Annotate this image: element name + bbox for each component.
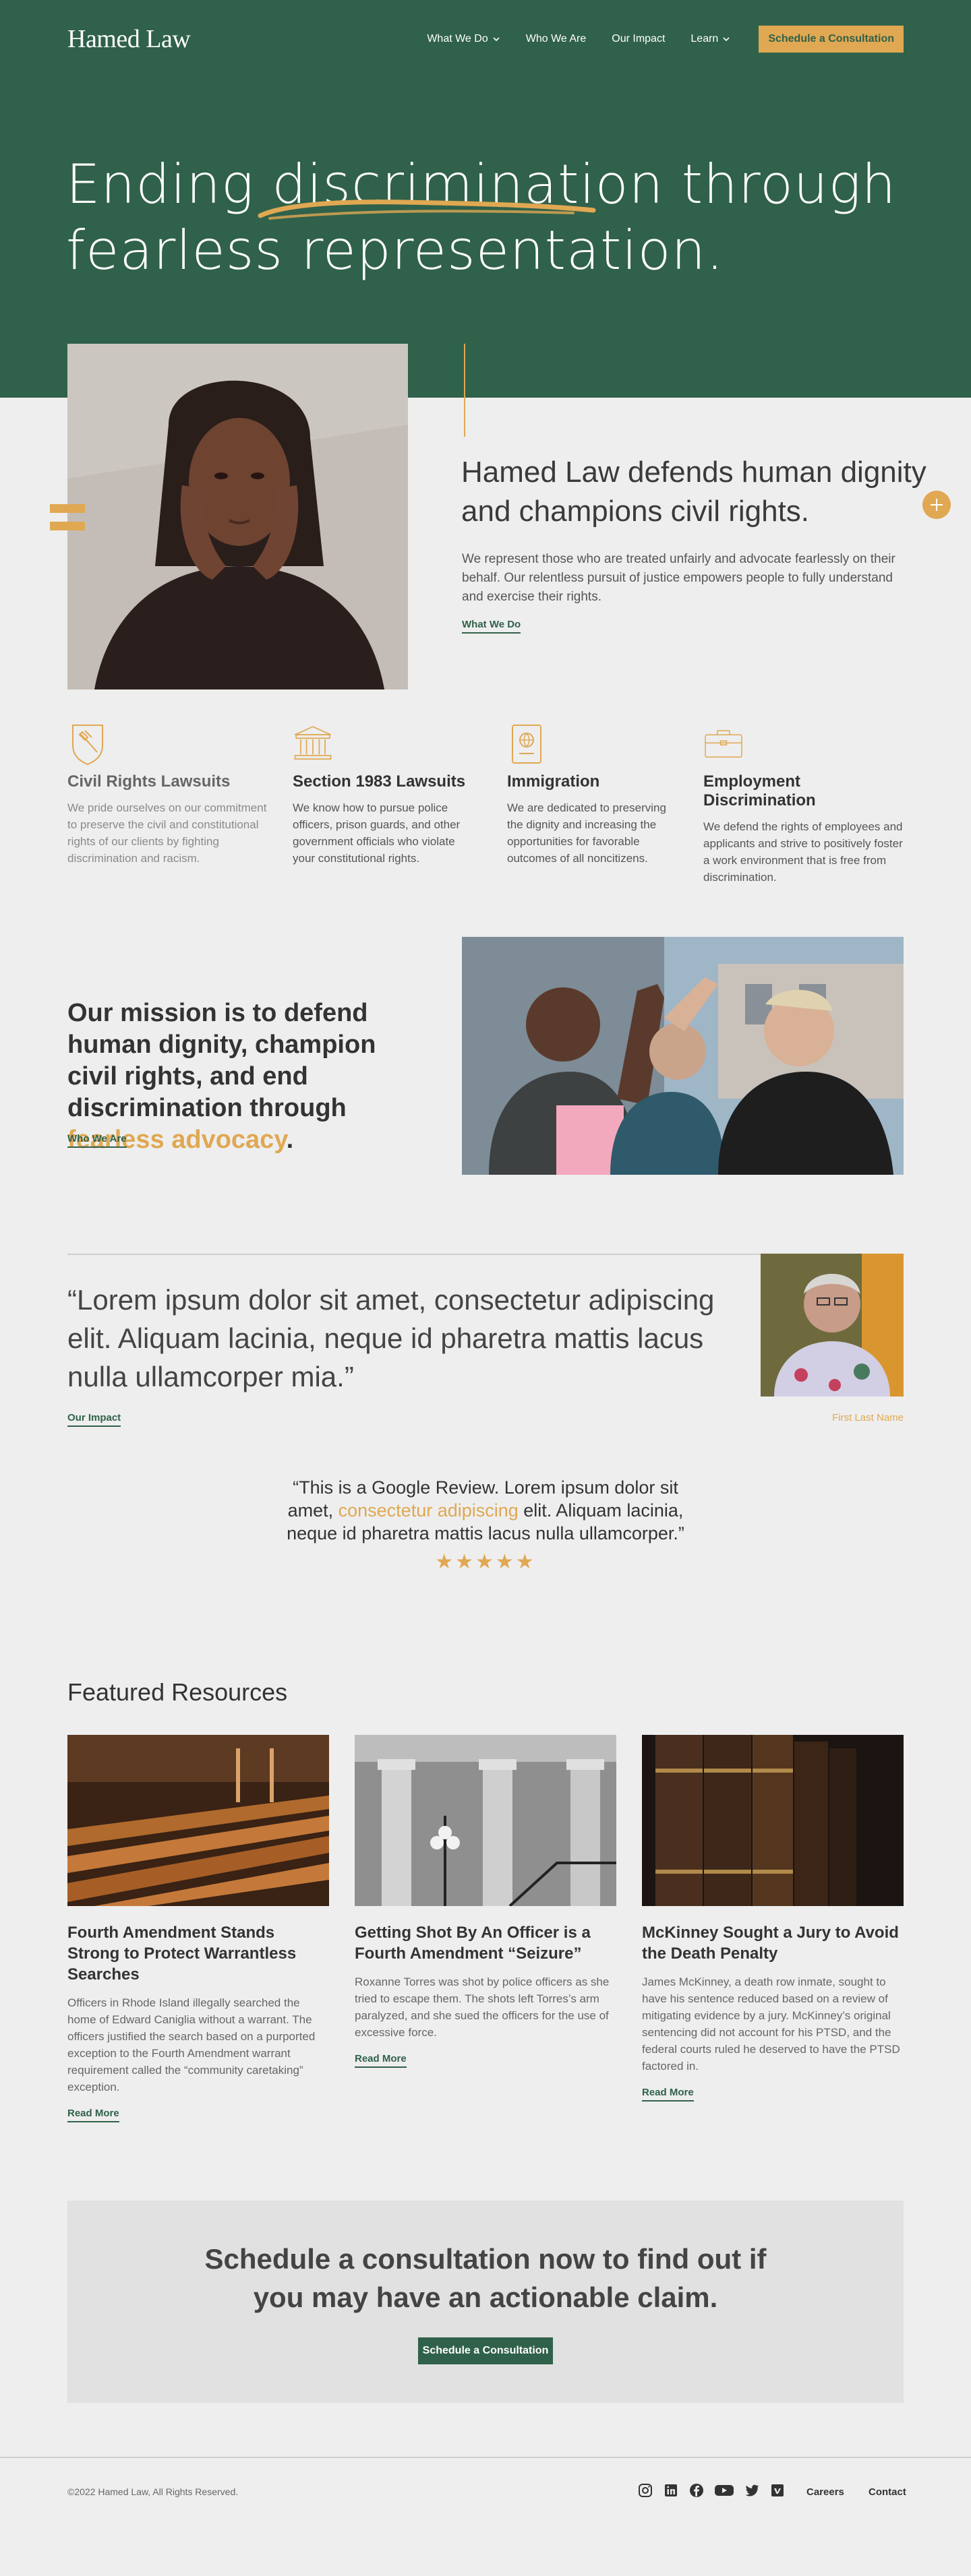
nav-links: What We Do Who We Are Our Impact Learn S… (427, 26, 904, 53)
nav-who-we-are[interactable]: Who We Are (526, 33, 587, 45)
nav-learn[interactable]: Learn (690, 33, 730, 45)
nav-learn-label: Learn (690, 33, 719, 44)
read-more-link[interactable]: Read More (67, 2108, 119, 2122)
courthouse-columns-image[interactable] (355, 1735, 616, 1906)
social-links (637, 2482, 786, 2498)
instagram-icon[interactable] (637, 2482, 653, 2498)
facebook-icon[interactable] (688, 2482, 705, 2498)
nav-our-impact[interactable]: Our Impact (612, 33, 665, 45)
divider (67, 1254, 762, 1255)
gavel-shield-icon (72, 725, 103, 766)
passport-icon (512, 725, 541, 764)
card-title[interactable]: McKinney Sought a Jury to Avoid the Deat… (642, 1922, 904, 1964)
area-title: Immigration (507, 772, 600, 791)
testimonial-photo (761, 1254, 904, 1397)
careers-link[interactable]: Careers (806, 2486, 844, 2498)
plus-icon[interactable] (922, 491, 951, 519)
nav-what-we-do-label: What We Do (427, 33, 488, 44)
protest-illustration (462, 937, 904, 1175)
mission-section: Our mission is to defend human dignity, … (0, 937, 971, 1254)
resource-card: Getting Shot By An Officer is a Fourth A… (355, 1735, 616, 2068)
nav-our-impact-label: Our Impact (612, 33, 666, 44)
area-title: Civil Rights Lawsuits (67, 772, 231, 791)
area-employment[interactable]: Employment Discrimination We defend the … (703, 721, 904, 886)
hero: Hamed Law What We Do Who We Are Our Impa… (0, 0, 971, 398)
resources-heading: Featured Resources (67, 1678, 288, 1706)
card-text: Roxanne Torres was shot by police office… (355, 1975, 610, 2039)
testimonial-author: First Last Name (832, 1412, 904, 1423)
area-text: We are dedicated to preserving the digni… (507, 801, 666, 865)
area-title: Employment Discrimination (703, 772, 816, 809)
intro-heading: Hamed Law defends human dignity and cham… (461, 456, 926, 528)
card-title[interactable]: Fourth Amendment Stands Strong to Protec… (67, 1922, 329, 1985)
read-more-link[interactable]: Read More (355, 2053, 407, 2068)
logo[interactable]: Hamed Law (67, 24, 191, 54)
twitter-icon[interactable] (744, 2482, 760, 2498)
nav-what-we-do[interactable]: What We Do (427, 33, 500, 45)
cta-box: Schedule a consultation now to find out … (67, 2201, 904, 2403)
brush-underline-decoration (258, 200, 596, 220)
resource-card: McKinney Sought a Jury to Avoid the Deat… (642, 1735, 904, 2102)
area-civil-rights[interactable]: Civil Rights Lawsuits We pride ourselves… (67, 721, 270, 867)
card-text: Officers in Rhode Island illegally searc… (67, 1996, 316, 2093)
schedule-consultation-button[interactable]: Schedule a Consultation (759, 26, 904, 53)
mission-text-before: Our mission is to defend human dignity, … (67, 999, 376, 1122)
testimonial-section: “Lorem ipsum dolor sit amet, consectetur… (0, 1254, 971, 1476)
area-text: We defend the rights of employees and ap… (703, 820, 903, 884)
google-review-section: “This is a Google Review. Lorem ipsum do… (0, 1476, 971, 1678)
briefcase-icon (705, 730, 742, 758)
area-section-1983[interactable]: Section 1983 Lawsuits We know how to pur… (293, 721, 478, 867)
contact-link[interactable]: Contact (869, 2486, 906, 2498)
gold-bars-decoration (50, 504, 85, 530)
top-nav: Hamed Law What We Do Who We Are Our Impa… (67, 24, 904, 54)
elderly-woman-illustration (761, 1254, 904, 1397)
area-immigration[interactable]: Immigration We are dedicated to preservi… (507, 721, 682, 867)
featured-resources: Featured Resources Fourth Amendment Stan… (0, 1678, 971, 2201)
our-impact-link[interactable]: Our Impact (67, 1412, 121, 1427)
area-title: Section 1983 Lawsuits (293, 772, 466, 791)
linkedin-icon[interactable] (663, 2482, 679, 2498)
chevron-down-icon (493, 37, 500, 42)
schedule-consultation-button[interactable]: Schedule a Consultation (418, 2337, 553, 2364)
mission-statement: Our mission is to defend human dignity, … (67, 998, 405, 1156)
review-text: “This is a Google Review. Lorem ipsum do… (283, 1476, 688, 1545)
practice-areas: Civil Rights Lawsuits We pride ourselves… (0, 721, 971, 937)
cta-heading: Schedule a consultation now to find out … (204, 2243, 767, 2313)
read-more-link[interactable]: Read More (642, 2087, 694, 2102)
cta-section: Schedule a consultation now to find out … (0, 2201, 971, 2457)
star-rating: ★★★★★ (435, 1551, 536, 1573)
courtroom-benches-image[interactable] (67, 1735, 329, 1906)
area-text: We know how to pursue police officers, p… (293, 801, 461, 865)
resource-card: Fourth Amendment Stands Strong to Protec… (67, 1735, 329, 2122)
intro-text: We represent those who are treated unfai… (462, 552, 895, 604)
nav-who-we-are-label: Who We Are (525, 33, 587, 44)
who-we-are-link[interactable]: Who We Are (67, 1133, 127, 1148)
intro-section: Hamed Law defends human dignity and cham… (0, 344, 971, 721)
what-we-do-link[interactable]: What We Do (462, 619, 521, 634)
card-title[interactable]: Getting Shot By An Officer is a Fourth A… (355, 1922, 616, 1964)
law-books-image[interactable] (642, 1735, 904, 1906)
gold-divider-line (464, 344, 465, 437)
card-text: James McKinney, a death row inmate, soug… (642, 1975, 900, 2073)
protest-photo (462, 937, 904, 1175)
youtube-icon[interactable] (714, 2482, 734, 2498)
woman-portrait-illustration (67, 344, 408, 689)
footer: ©2022 Hamed Law, All Rights Reserved. Ca… (0, 2457, 971, 2525)
testimonial-quote: “Lorem ipsum dolor sit amet, consectetur… (67, 1284, 715, 1392)
area-text: We pride ourselves on our commitment to … (67, 801, 267, 865)
mission-text-after: . (286, 1126, 294, 1154)
courthouse-icon (294, 726, 332, 760)
portrait-photo (67, 344, 408, 689)
chevron-down-icon (723, 37, 730, 42)
review-accent: consectetur adipiscing (338, 1500, 519, 1521)
copyright: ©2022 Hamed Law, All Rights Reserved. (67, 2486, 239, 2497)
vimeo-icon[interactable] (769, 2482, 786, 2498)
